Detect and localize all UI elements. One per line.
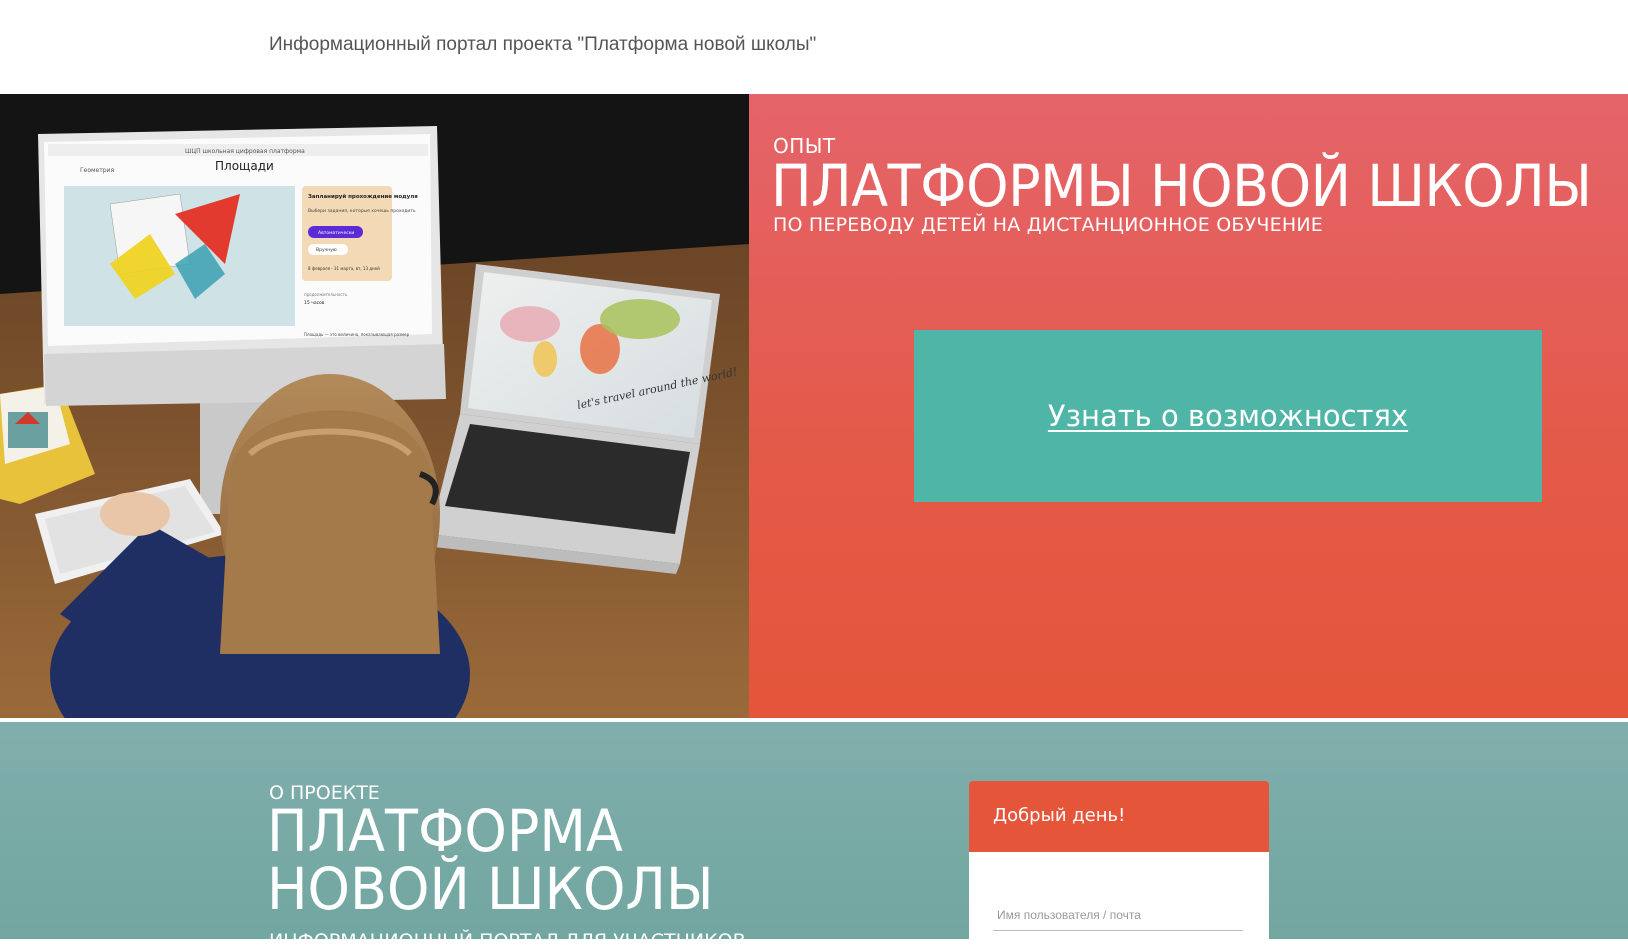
about-title-line2: НОВОЙ ШКОЛЫ (267, 855, 714, 923)
screen-back-label: Геометрия (80, 167, 114, 174)
screen-duration-value: 15 часов (304, 300, 325, 306)
screen-card-text: Выбери задания, которые хочешь проходить (308, 208, 416, 214)
hero-headline: ПЛАТФОРМЫ НОВОЙ ШКОЛЫ (771, 152, 1592, 220)
learn-more-link[interactable]: Узнать о возможностях (1048, 399, 1408, 433)
screen-page-title: Площади (215, 159, 274, 173)
hero-photo: ШЦП школьная цифровая платформа Геометри… (0, 94, 749, 718)
site-title[interactable]: Информационный портал проекта "Платформа… (269, 34, 816, 56)
screen-manual-button: Вручную (316, 247, 337, 253)
login-card: Добрый день! (969, 781, 1269, 939)
hero-section: ШЦП школьная цифровая платформа Геометри… (0, 94, 1628, 718)
about-title-line1: ПЛАТФОРМА (267, 797, 623, 865)
about-title: ПЛАТФОРМА НОВОЙ ШКОЛЫ (267, 802, 714, 918)
screen-tab-text: ШЦП школьная цифровая платформа (185, 148, 305, 155)
screen-desc: Площадь — это величина, показывающая раз… (304, 332, 410, 337)
username-input[interactable] (993, 899, 1243, 931)
login-greeting: Добрый день! (969, 781, 1269, 852)
screen-auto-button: Автоматически (318, 230, 354, 236)
screen-dates: 8 февраля - 31 марта, вт, 13 дней (308, 266, 380, 271)
about-section: О ПРОЕКТЕ ПЛАТФОРМА НОВОЙ ШКОЛЫ ИНФОРМАЦ… (0, 720, 1628, 952)
screen-card-title: Запланируй прохождение модуля (308, 193, 418, 200)
about-subtitle: ИНФОРМАЦИОННЫЙ ПОРТАЛ ДЛЯ УЧАСТНИКОВ (269, 930, 746, 952)
site-header: Информационный портал проекта "Платформа… (0, 0, 1628, 94)
hero-illustration: ШЦП школьная цифровая платформа Геометри… (0, 94, 749, 718)
hero-content-panel: ОПЫТ ПЛАТФОРМЫ НОВОЙ ШКОЛЫ ПО ПЕРЕВОДУ Д… (749, 94, 1628, 718)
learn-more-button[interactable]: Узнать о возможностях (914, 330, 1542, 502)
screen-duration-label: продолжительность (304, 292, 348, 297)
hero-subtitle: ПО ПЕРЕВОДУ ДЕТЕЙ НА ДИСТАНЦИОННОЕ ОБУЧЕ… (773, 214, 1323, 236)
